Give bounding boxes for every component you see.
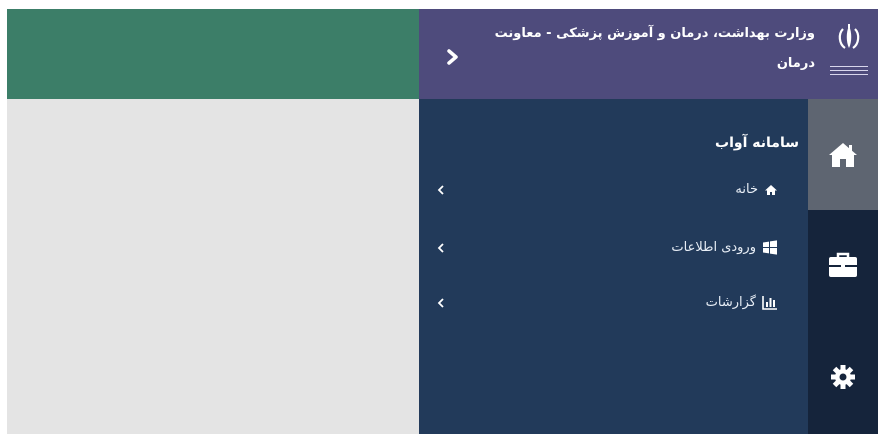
bar-chart-icon xyxy=(762,296,777,310)
app-frame: وزارت بهداشت، درمان و آموزش پزشکی - معاو… xyxy=(7,9,878,434)
menu-item-label: ورودی اطلاعات xyxy=(671,240,756,255)
chevron-left-icon xyxy=(437,243,444,253)
app-title: سامانه آواب xyxy=(715,135,799,151)
rail-home-button[interactable] xyxy=(808,99,878,210)
home-icon xyxy=(765,184,777,195)
icon-rail xyxy=(808,99,878,434)
menu-item-reports[interactable]: گزارشات xyxy=(419,289,808,319)
ministry-logo xyxy=(826,23,872,85)
menu-item-home[interactable]: خانه xyxy=(419,176,808,206)
gear-icon xyxy=(831,365,855,389)
chevron-right-icon xyxy=(447,49,458,65)
home-icon xyxy=(829,142,857,167)
sidebar-toggle-button[interactable] xyxy=(443,47,463,67)
ministry-title: وزارت بهداشت، درمان و آموزش پزشکی - معاو… xyxy=(494,26,815,71)
menu-item-label: گزارشات xyxy=(705,295,756,310)
sidebar-menu: سامانه آواب خانه ورودی اطلاعات گزارشات xyxy=(419,99,808,434)
chevron-left-icon xyxy=(437,298,444,308)
emblem-caption-lines xyxy=(826,63,872,78)
content-area xyxy=(7,99,419,434)
header: وزارت بهداشت، درمان و آموزش پزشکی - معاو… xyxy=(419,9,878,99)
emblem-icon xyxy=(838,24,860,49)
briefcase-icon xyxy=(829,252,857,277)
menu-item-data-entry[interactable]: ورودی اطلاعات xyxy=(419,234,808,264)
rail-settings-button[interactable] xyxy=(808,320,878,434)
menu-item-label: خانه xyxy=(735,182,758,197)
windows-icon xyxy=(763,240,777,255)
chevron-left-icon xyxy=(437,185,444,195)
rail-briefcase-button[interactable] xyxy=(808,210,878,320)
top-bar xyxy=(7,9,419,99)
